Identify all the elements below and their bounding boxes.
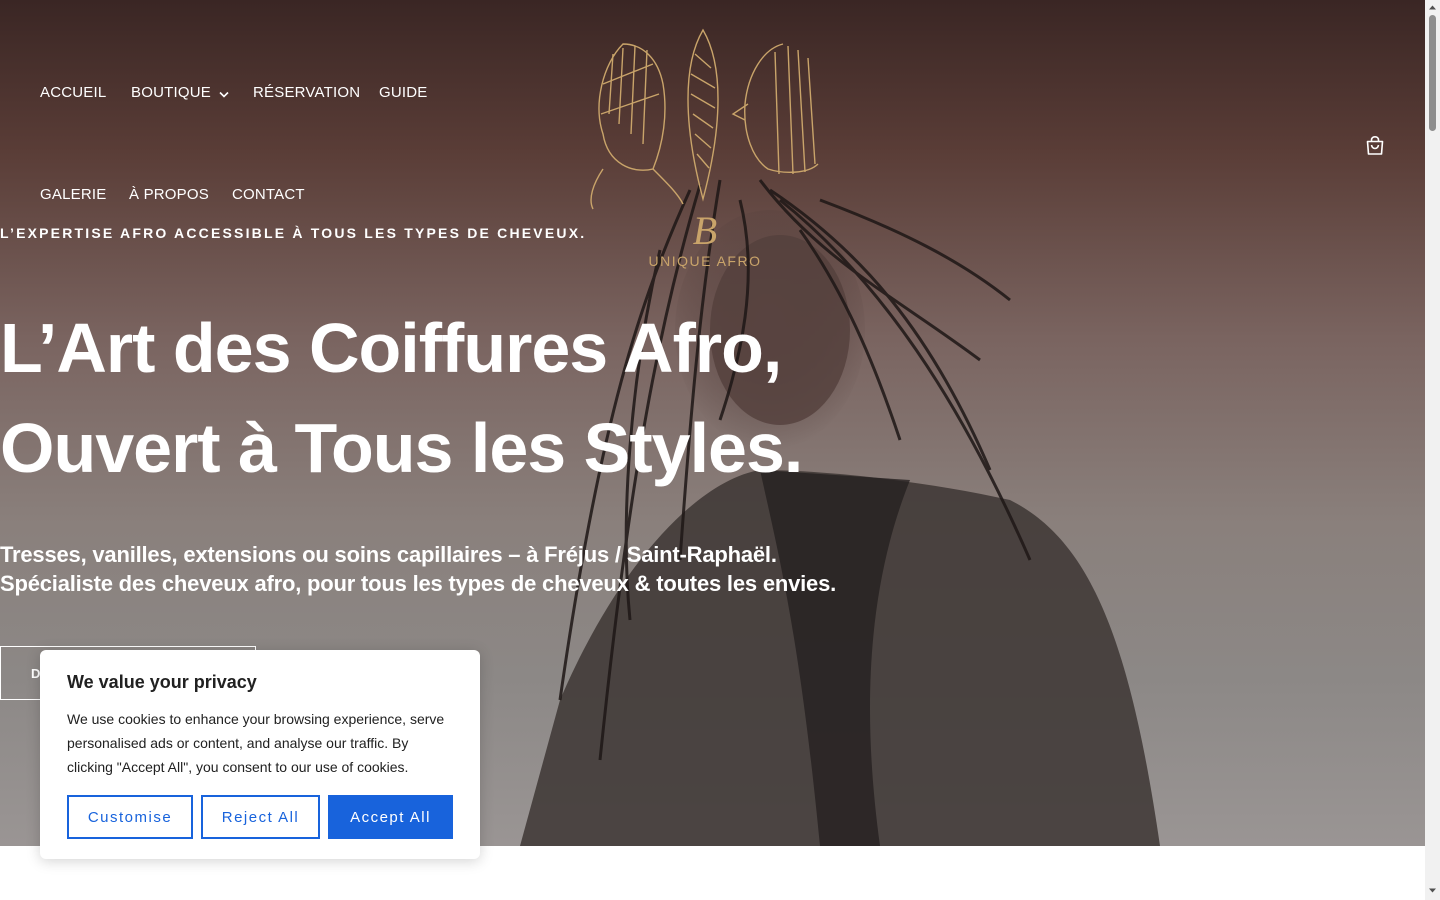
nav-boutique[interactable]: BOUTIQUE xyxy=(131,84,229,102)
chevron-down-icon xyxy=(219,85,229,102)
hero-headline: L’Art des Coiffures Afro, Ouvert à Tous … xyxy=(0,298,803,498)
nav-guide[interactable]: GUIDE xyxy=(379,84,428,101)
logo-monogram: B xyxy=(693,208,717,253)
cookie-banner-title: We value your privacy xyxy=(67,672,257,692)
nav-galerie[interactable]: GALERIE xyxy=(40,186,106,203)
site-logo[interactable]: B UNIQUE AFRO xyxy=(583,24,827,274)
reject-all-button[interactable]: Reject All xyxy=(201,795,320,839)
logo-brand-name: UNIQUE AFRO xyxy=(649,253,762,269)
page: ACCUEIL BOUTIQUE RÉSERVATION GUIDE GALER… xyxy=(0,0,1425,900)
page-scrollbar[interactable] xyxy=(1425,0,1440,900)
nav-a-propos[interactable]: À PROPOS xyxy=(129,186,209,203)
shopping-bag-icon xyxy=(1366,135,1384,155)
cart-button[interactable] xyxy=(1364,135,1386,157)
logo-artwork: B UNIQUE AFRO xyxy=(590,28,819,269)
hero-eyebrow: L’EXPERTISE AFRO ACCESSIBLE À TOUS LES T… xyxy=(0,225,587,241)
scroll-up-arrow-icon[interactable] xyxy=(1428,3,1437,12)
scroll-down-arrow-icon[interactable] xyxy=(1428,886,1437,895)
hero-headline-line1: L’Art des Coiffures Afro, xyxy=(0,309,782,387)
cookie-banner-text: We use cookies to enhance your browsing … xyxy=(67,711,445,775)
nav-boutique-label: BOUTIQUE xyxy=(131,84,211,101)
hero-subtitle-line1: Tresses, vanilles, extensions ou soins c… xyxy=(0,542,777,567)
nav-accueil[interactable]: ACCUEIL xyxy=(40,84,106,101)
hero-subtitle-line2: Spécialiste des cheveux afro, pour tous … xyxy=(0,571,837,596)
hero-headline-line2: Ouvert à Tous les Styles. xyxy=(0,409,803,487)
customise-button[interactable]: Customise xyxy=(67,795,193,839)
accept-all-button[interactable]: Accept All xyxy=(328,795,453,839)
scrollbar-thumb[interactable] xyxy=(1429,15,1436,131)
nav-reservation[interactable]: RÉSERVATION xyxy=(253,84,360,101)
nav-contact[interactable]: CONTACT xyxy=(232,186,305,203)
cookie-consent-banner: We value your privacy We use cookies to … xyxy=(40,650,480,859)
